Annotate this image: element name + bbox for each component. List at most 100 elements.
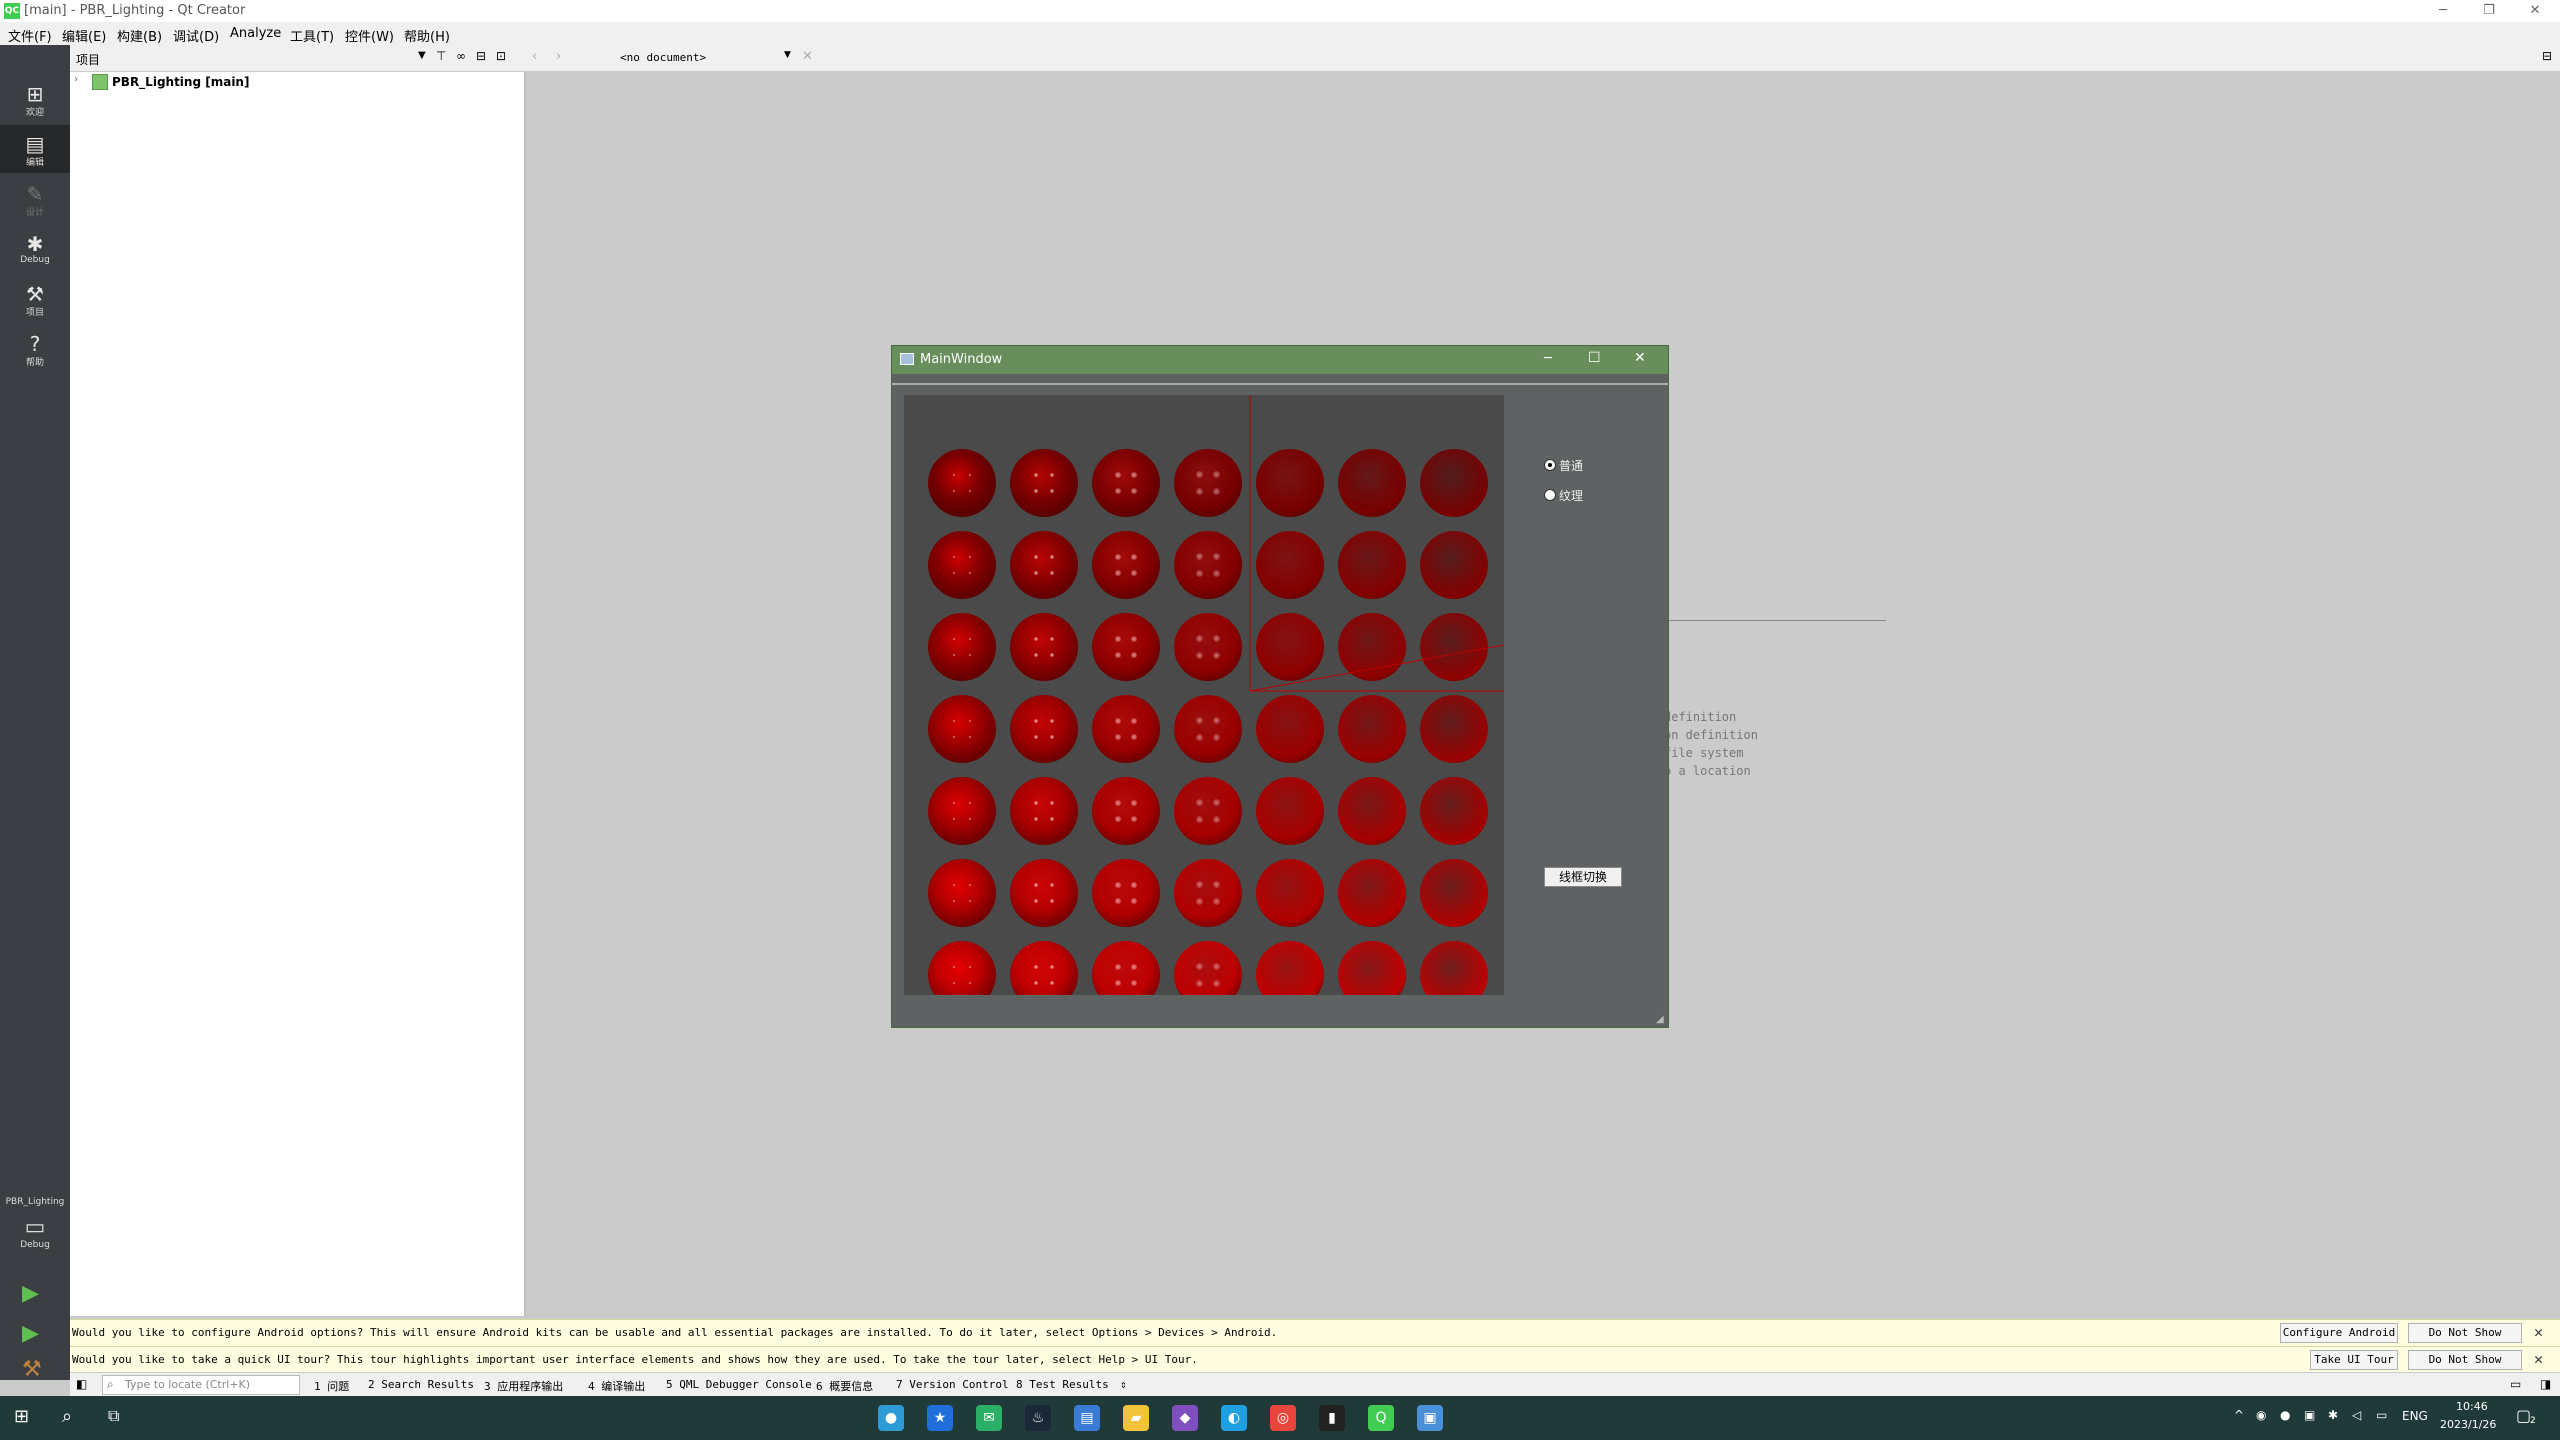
radio-texture[interactable]: [1544, 489, 1556, 501]
mode-design[interactable]: ✎ 设计: [0, 175, 70, 223]
task-view-icon[interactable]: ⧉: [108, 1406, 119, 1426]
wireframe-toggle-button[interactable]: 线框切换: [1544, 867, 1622, 887]
mode-help[interactable]: ? 帮助: [0, 325, 70, 373]
notification-icon[interactable]: ▢: [2516, 1406, 2531, 1425]
microphone-icon[interactable]: ●: [2280, 1408, 2290, 1422]
folder-icon[interactable]: ▰: [1123, 1405, 1149, 1431]
clock-time[interactable]: 10:46: [2456, 1400, 2488, 1413]
do-not-show-again-button[interactable]: Do Not Show Again: [2408, 1323, 2522, 1357]
steam-icon[interactable]: ♨: [1025, 1405, 1051, 1431]
filter-icon[interactable]: ⊤: [436, 49, 446, 63]
editor-hint-text: definition on definition file system o a…: [1664, 708, 1758, 780]
search-icon[interactable]: ⌕: [62, 1406, 72, 1427]
window-icon[interactable]: ▣: [1417, 1405, 1443, 1431]
build-hammer-icon[interactable]: ⚒: [22, 1357, 42, 1382]
display-icon[interactable]: ▣: [2304, 1408, 2315, 1422]
app-icon[interactable]: ▤: [1074, 1405, 1100, 1431]
tab-version-control[interactable]: 7 Version Control: [896, 1378, 1009, 1391]
tab-test-results[interactable]: 8 Test Results: [1016, 1378, 1109, 1391]
back-icon[interactable]: ‹: [532, 49, 537, 64]
help-icon: ?: [29, 332, 41, 356]
toggle-right-sidebar-icon[interactable]: ◨: [2540, 1377, 2551, 1391]
clock-date[interactable]: 2023/1/26: [2440, 1418, 2496, 1431]
close-document-icon[interactable]: ✕: [802, 49, 813, 64]
close-panel-icon[interactable]: ⊡: [496, 49, 506, 63]
menu-edit[interactable]: 编辑(E): [62, 26, 106, 45]
app-maximize-button[interactable]: ☐: [1588, 350, 1601, 366]
do-not-show-again-button[interactable]: Do Not Show Again: [2408, 1350, 2522, 1384]
input-language[interactable]: ENG: [2402, 1409, 2428, 1423]
menu-file[interactable]: 文件(F): [8, 26, 52, 45]
chrome-icon[interactable]: ◎: [1270, 1405, 1296, 1431]
bug-icon: ✱: [26, 232, 44, 256]
take-ui-tour-button[interactable]: Take UI Tour: [2310, 1350, 2398, 1370]
volume-icon[interactable]: ◁: [2352, 1408, 2361, 1422]
visual-studio-icon[interactable]: ◆: [1172, 1405, 1198, 1431]
store-icon[interactable]: ★: [927, 1405, 953, 1431]
split-icon[interactable]: ⊟: [476, 49, 486, 63]
chevron-down-icon[interactable]: ▼: [784, 50, 791, 60]
project-folder-icon: [92, 74, 108, 90]
tab-qml-debugger-console[interactable]: 5 QML Debugger Console: [666, 1378, 812, 1391]
run-icon[interactable]: ▶: [22, 1281, 39, 1306]
tab-compile-output[interactable]: 4 编译输出: [588, 1378, 645, 1394]
menu-build[interactable]: 构建(B): [117, 26, 162, 45]
close-button[interactable]: ✕: [2512, 0, 2558, 22]
link-icon[interactable]: ∞: [456, 49, 466, 63]
target-selector[interactable]: ▭ Debug: [14, 1215, 56, 1255]
mode-projects-label: 项目: [25, 308, 44, 318]
wechat-icon[interactable]: ✉: [976, 1405, 1002, 1431]
chevron-down-icon[interactable]: ▼: [418, 50, 426, 61]
close-icon[interactable]: ✕: [2534, 1350, 2543, 1368]
windows-start-icon[interactable]: ⊞: [14, 1406, 29, 1427]
forward-icon[interactable]: ›: [556, 49, 561, 64]
keyboard-icon[interactable]: ▭: [2510, 1377, 2521, 1391]
qt-icon[interactable]: ●: [878, 1405, 904, 1431]
terminal-icon[interactable]: ▮: [1319, 1405, 1345, 1431]
tab-issues[interactable]: 1 问题: [314, 1378, 349, 1394]
app-minimize-button[interactable]: ─: [1544, 351, 1552, 366]
mode-debug[interactable]: ✱ Debug: [0, 225, 70, 273]
mode-welcome[interactable]: ⊞ 欢迎: [0, 75, 70, 123]
network-icon[interactable]: ▭: [2376, 1408, 2387, 1422]
mode-projects[interactable]: ⚒ 项目: [0, 275, 70, 323]
menu-debug[interactable]: 调试(D): [173, 26, 219, 45]
menu-widgets[interactable]: 控件(W): [345, 26, 394, 45]
edge-icon[interactable]: ◐: [1221, 1405, 1247, 1431]
divider-line: [1656, 620, 1886, 621]
search-icon: ⌕: [107, 1377, 114, 1391]
bluetooth-icon[interactable]: ✱: [2328, 1408, 2338, 1422]
grid-icon: ⊞: [26, 82, 44, 106]
chevron-right-icon[interactable]: ›: [74, 74, 78, 85]
restore-button[interactable]: ❐: [2466, 0, 2512, 22]
document-selector[interactable]: <no document>: [620, 51, 706, 64]
chevron-updown-icon[interactable]: ⇕: [1120, 1378, 1127, 1391]
app-close-button[interactable]: ✕: [1634, 350, 1646, 366]
project-view-selector[interactable]: 项目: [76, 51, 100, 68]
target-config-label: Debug: [20, 1240, 50, 1250]
resize-grip-icon[interactable]: ◢: [1656, 1014, 1664, 1025]
radio-normal[interactable]: [1544, 459, 1556, 471]
tab-general-messages[interactable]: 6 概要信息: [816, 1378, 873, 1394]
menu-tools[interactable]: 工具(T): [290, 26, 334, 45]
pencil-icon: ✎: [26, 182, 44, 206]
toggle-sidebar-icon[interactable]: ◧: [76, 1377, 87, 1391]
steam-tray-icon[interactable]: ◉: [2256, 1408, 2266, 1422]
minimize-button[interactable]: ─: [2420, 0, 2466, 22]
tab-application-output[interactable]: 3 应用程序输出: [484, 1378, 563, 1394]
mode-edit[interactable]: ▤ 编辑: [0, 125, 70, 173]
chevron-up-icon[interactable]: ^: [2234, 1408, 2244, 1422]
project-root-item[interactable]: PBR_Lighting [main]: [112, 75, 249, 89]
locator-input[interactable]: ⌕ Type to locate (Ctrl+K): [102, 1375, 300, 1395]
configure-android-button[interactable]: Configure Android: [2280, 1323, 2398, 1343]
menu-analyze[interactable]: Analyze: [230, 26, 281, 41]
close-icon[interactable]: ✕: [2534, 1323, 2543, 1341]
mode-welcome-label: 欢迎: [25, 108, 44, 118]
menu-help[interactable]: 帮助(H): [404, 26, 450, 45]
tab-search-results[interactable]: 2 Search Results: [368, 1378, 474, 1391]
split-editor-icon[interactable]: ⊟: [2542, 49, 2552, 63]
qt-creator-icon[interactable]: Q: [1368, 1405, 1394, 1431]
app-window-titlebar: MainWindow ─ ☐ ✕: [892, 346, 1668, 374]
opengl-viewport[interactable]: [904, 395, 1504, 995]
debug-run-icon[interactable]: ▶: [22, 1321, 39, 1346]
